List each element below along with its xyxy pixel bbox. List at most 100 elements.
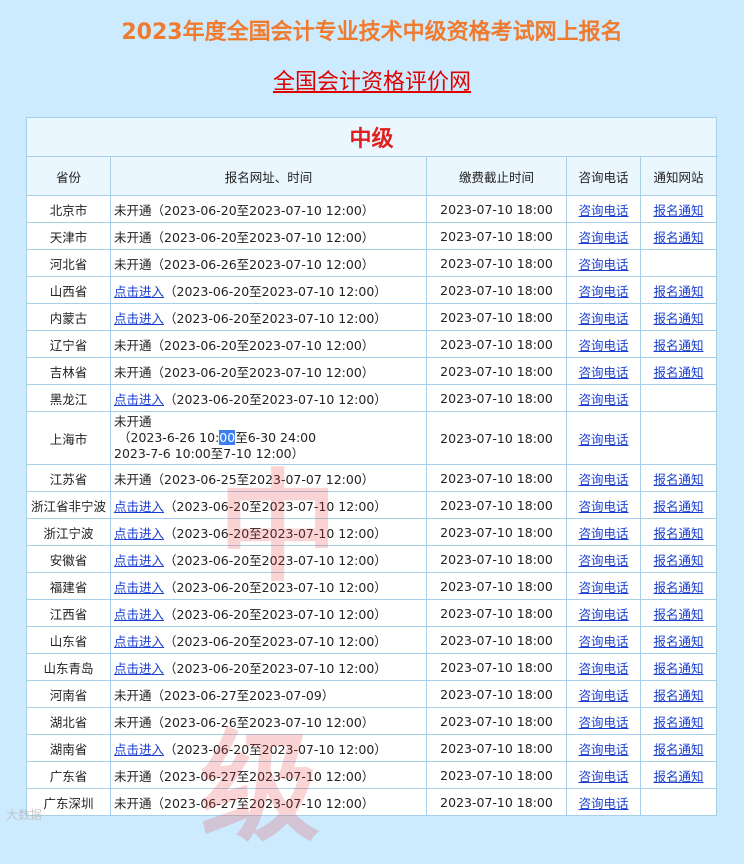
enter-registration-link[interactable]: 点击进入	[114, 392, 164, 407]
enter-registration-link[interactable]: 点击进入	[114, 607, 164, 622]
registration-cell: 点击进入（2023-06-20至2023-07-10 12:00）	[110, 734, 427, 762]
registration-table: 中级 省份 报名网址、时间 缴费截止时间 咨询电话 通知网站 北京市 未开通（20…	[25, 117, 718, 816]
registration-period: （2023-06-20至2023-07-10 12:00）	[164, 741, 387, 757]
payment-deadline-cell: 2023-07-10 18:00	[426, 303, 567, 331]
payment-deadline-cell: 2023-07-10 18:00	[426, 680, 567, 708]
consult-phone-link[interactable]: 咨询电话	[578, 499, 628, 514]
accounting-site-link[interactable]: 全国会计资格评价网	[0, 64, 744, 96]
status-not-open: 未开通	[114, 202, 152, 218]
registration-cell: 未开通（2023-06-27至2023-07-09）	[110, 680, 427, 708]
consult-phone-link[interactable]: 咨询电话	[578, 311, 628, 326]
consult-phone-link[interactable]: 咨询电话	[578, 230, 628, 245]
header-registration: 报名网址、时间	[110, 156, 427, 196]
province-cell: 浙江宁波	[26, 518, 111, 546]
registration-period: （2023-06-20至2023-07-10 12:00）	[151, 364, 375, 380]
enter-registration-link[interactable]: 点击进入	[114, 580, 164, 595]
consult-phone-link[interactable]: 咨询电话	[578, 715, 628, 730]
consult-phone-link[interactable]: 咨询电话	[578, 338, 628, 353]
consult-phone-link[interactable]: 咨询电话	[578, 257, 628, 272]
registration-notice-link[interactable]: 报名通知	[654, 607, 704, 622]
registration-notice-link[interactable]: 报名通知	[654, 499, 704, 514]
enter-registration-link[interactable]: 点击进入	[114, 526, 164, 541]
consult-phone-link[interactable]: 咨询电话	[578, 365, 628, 380]
status-not-open: 未开通	[114, 364, 152, 380]
consult-phone-link[interactable]: 咨询电话	[578, 526, 628, 541]
enter-registration-link[interactable]: 点击进入	[114, 284, 164, 299]
province-cell: 福建省	[26, 572, 111, 600]
payment-deadline-cell: 2023-07-10 18:00	[426, 357, 567, 385]
consult-phone-cell: 咨询电话	[566, 761, 641, 789]
status-not-open: 未开通	[114, 768, 152, 784]
registration-cell: 点击进入（2023-06-20至2023-07-10 12:00）	[110, 384, 427, 412]
notice-cell: 报名通知	[639, 599, 718, 627]
registration-notice-link[interactable]: 报名通知	[654, 769, 704, 784]
payment-deadline-cell: 2023-07-10 18:00	[426, 626, 567, 654]
consult-phone-link[interactable]: 咨询电话	[578, 607, 628, 622]
consult-phone-link[interactable]: 咨询电话	[578, 661, 628, 676]
consult-phone-cell: 咨询电话	[566, 330, 641, 358]
registration-cell: 未开通（2023-06-20至2023-07-10 12:00）	[110, 222, 427, 250]
registration-period: （2023-06-20至2023-07-10 12:00）	[164, 633, 387, 649]
payment-deadline-cell: 2023-07-10 18:00	[426, 276, 567, 304]
registration-cell: 点击进入（2023-06-20至2023-07-10 12:00）	[110, 303, 427, 331]
table-row: 山西省 点击进入（2023-06-20至2023-07-10 12:00） 2023…	[26, 276, 718, 304]
registration-notice-link[interactable]: 报名通知	[654, 742, 704, 757]
registration-period: （2023-06-27至2023-07-10 12:00）	[151, 768, 375, 784]
registration-notice-link[interactable]: 报名通知	[654, 365, 704, 380]
notice-cell: 报名通知	[639, 626, 718, 654]
registration-notice-link[interactable]: 报名通知	[654, 553, 704, 568]
table-row: 内蒙古 点击进入（2023-06-20至2023-07-10 12:00） 2023…	[26, 303, 718, 331]
province-cell: 广东省	[26, 761, 111, 789]
payment-deadline-cell: 2023-07-10 18:00	[426, 788, 567, 816]
consult-phone-link[interactable]: 咨询电话	[578, 580, 628, 595]
registration-notice-link[interactable]: 报名通知	[654, 688, 704, 703]
registration-notice-link[interactable]: 报名通知	[654, 526, 704, 541]
consult-phone-link[interactable]: 咨询电话	[578, 769, 628, 784]
consult-phone-link[interactable]: 咨询电话	[578, 796, 628, 811]
registration-notice-link[interactable]: 报名通知	[654, 230, 704, 245]
payment-deadline-cell: 2023-07-10 18:00	[426, 572, 567, 600]
table-row: 浙江省非宁波 点击进入（2023-06-20至2023-07-10 12:00） 2…	[26, 491, 718, 519]
registration-cell: 点击进入（2023-06-20至2023-07-10 12:00）	[110, 545, 427, 573]
consult-phone-link[interactable]: 咨询电话	[578, 203, 628, 218]
enter-registration-link[interactable]: 点击进入	[114, 499, 164, 514]
province-cell: 山东省	[26, 626, 111, 654]
consult-phone-link[interactable]: 咨询电话	[578, 432, 628, 447]
notice-cell: 报名通知	[639, 680, 718, 708]
enter-registration-link[interactable]: 点击进入	[114, 742, 164, 757]
consult-phone-cell: 咨询电话	[566, 626, 641, 654]
registration-cell: 点击进入（2023-06-20至2023-07-10 12:00）	[110, 276, 427, 304]
registration-notice-link[interactable]: 报名通知	[654, 472, 704, 487]
payment-deadline-cell: 2023-07-10 18:00	[426, 545, 567, 573]
consult-phone-link[interactable]: 咨询电话	[578, 742, 628, 757]
enter-registration-link[interactable]: 点击进入	[114, 311, 164, 326]
registration-notice-link[interactable]: 报名通知	[654, 311, 704, 326]
consult-phone-link[interactable]: 咨询电话	[578, 472, 628, 487]
registration-notice-link[interactable]: 报名通知	[654, 203, 704, 218]
registration-notice-link[interactable]: 报名通知	[654, 715, 704, 730]
notice-cell: 报名通知	[639, 464, 718, 492]
province-cell: 湖北省	[26, 707, 111, 735]
registration-period: （2023-06-20至2023-07-10 12:00）	[164, 606, 387, 622]
period-part: （2023-6-26 10:	[118, 430, 220, 445]
consult-phone-link[interactable]: 咨询电话	[578, 553, 628, 568]
consult-phone-cell: 咨询电话	[566, 384, 641, 412]
status-not-open: 未开通	[114, 229, 152, 245]
province-cell: 内蒙古	[26, 303, 111, 331]
consult-phone-link[interactable]: 咨询电话	[578, 688, 628, 703]
registration-notice-link[interactable]: 报名通知	[654, 580, 704, 595]
enter-registration-link[interactable]: 点击进入	[114, 634, 164, 649]
consult-phone-link[interactable]: 咨询电话	[578, 392, 628, 407]
province-cell: 黑龙江	[26, 384, 111, 412]
table-row: 浙江宁波 点击进入（2023-06-20至2023-07-10 12:00） 202…	[26, 518, 718, 546]
registration-notice-link[interactable]: 报名通知	[654, 284, 704, 299]
consult-phone-link[interactable]: 咨询电话	[578, 634, 628, 649]
registration-notice-link[interactable]: 报名通知	[654, 338, 704, 353]
enter-registration-link[interactable]: 点击进入	[114, 553, 164, 568]
enter-registration-link[interactable]: 点击进入	[114, 661, 164, 676]
notice-cell: 报名通知	[639, 518, 718, 546]
consult-phone-link[interactable]: 咨询电话	[578, 284, 628, 299]
status-not-open: 未开通	[114, 256, 152, 272]
registration-notice-link[interactable]: 报名通知	[654, 661, 704, 676]
registration-notice-link[interactable]: 报名通知	[654, 634, 704, 649]
